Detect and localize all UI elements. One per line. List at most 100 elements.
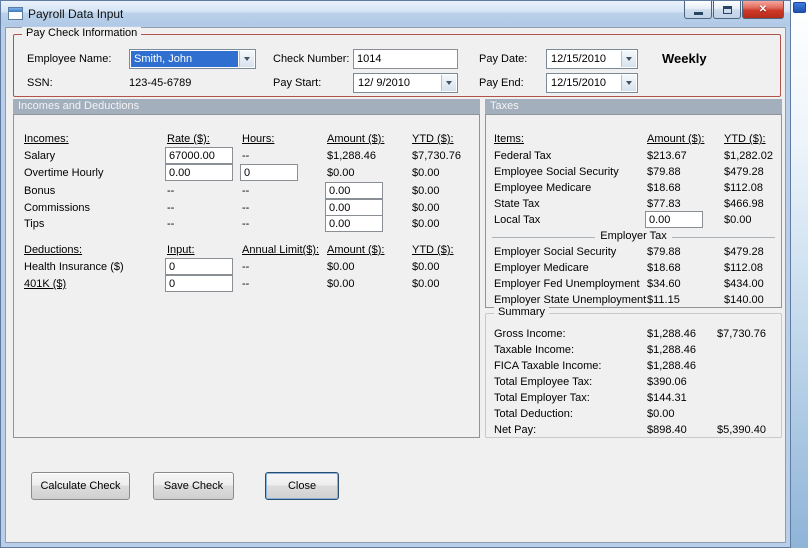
deduction-limit: -- bbox=[242, 261, 250, 273]
overtime-hours-input[interactable] bbox=[240, 164, 298, 181]
health-insurance-input[interactable] bbox=[165, 258, 233, 275]
maximize-button[interactable] bbox=[713, 1, 741, 19]
employer-tax-label: Employer Tax bbox=[595, 230, 672, 242]
minimize-button[interactable] bbox=[684, 1, 712, 19]
employee-name-combo[interactable]: Smith, John bbox=[129, 49, 256, 69]
incomes-deductions-panel: Incomes: Rate ($): Hours: Amount ($): YT… bbox=[13, 114, 480, 438]
taxes-panel: Items: Amount ($): YTD ($): Federal Tax … bbox=[485, 114, 782, 308]
pay-date-label: Pay Date: bbox=[479, 53, 528, 65]
income-label: Commissions bbox=[24, 202, 91, 214]
amount-col-header: Amount ($): bbox=[327, 244, 385, 256]
items-col-header: Items: bbox=[494, 133, 524, 145]
amount-col-header: Amount ($): bbox=[327, 133, 385, 145]
commissions-amount-input[interactable] bbox=[325, 199, 383, 216]
summary-label: Total Employer Tax: bbox=[494, 392, 590, 404]
pay-date-value: 12/15/2010 bbox=[551, 53, 607, 65]
income-label: Tips bbox=[24, 218, 45, 230]
tax-label: Employer Medicare bbox=[494, 262, 589, 274]
retirement-401k-input[interactable] bbox=[165, 275, 233, 292]
tips-amount-input[interactable] bbox=[325, 215, 383, 232]
deduction-ytd: $0.00 bbox=[412, 261, 440, 273]
employer-tax-separator: Employer Tax bbox=[492, 230, 775, 244]
summary-row-taxable: Taxable Income: $1,288.46 bbox=[486, 344, 781, 360]
check-number-input[interactable] bbox=[353, 49, 458, 69]
summary-label: Total Deduction: bbox=[494, 408, 573, 420]
local-tax-input[interactable] bbox=[645, 211, 703, 228]
payroll-window: Payroll Data Input ✕ Pay Check Informati… bbox=[0, 0, 791, 548]
tax-row-state: State Tax $77.83 $466.98 bbox=[486, 198, 781, 214]
ssn-value: 123-45-6789 bbox=[129, 77, 192, 89]
save-check-button[interactable]: Save Check bbox=[153, 472, 234, 500]
tax-amount: $77.83 bbox=[647, 198, 681, 210]
tax-row-local: Local Tax $0.00 bbox=[486, 211, 781, 230]
chevron-down-icon bbox=[626, 81, 632, 85]
pay-start-dropdown-icon[interactable] bbox=[441, 75, 456, 91]
summary-amount: $898.40 bbox=[647, 424, 687, 436]
salary-rate-input[interactable] bbox=[165, 147, 233, 164]
pay-start-picker[interactable]: 12/ 9/2010 bbox=[353, 73, 458, 93]
tax-ytd: $479.28 bbox=[724, 166, 764, 178]
summary-label: Total Employee Tax: bbox=[494, 376, 593, 388]
window-controls: ✕ bbox=[684, 1, 784, 19]
paycheck-info-group-label: Pay Check Information bbox=[22, 27, 142, 39]
close-window-button[interactable]: ✕ bbox=[742, 1, 784, 19]
income-rate: -- bbox=[167, 202, 175, 214]
income-label: Overtime Hourly bbox=[24, 167, 104, 179]
summary-row-total-employer-tax: Total Employer Tax: $144.31 bbox=[486, 392, 781, 408]
tax-label: Employer State Unemployment bbox=[494, 294, 647, 306]
income-ytd: $0.00 bbox=[412, 218, 440, 230]
pay-end-picker[interactable]: 12/15/2010 bbox=[546, 73, 638, 93]
tax-row-employer-ss: Employer Social Security $79.88 $479.28 bbox=[486, 246, 781, 262]
tax-row-employer-medicare: Employer Medicare $18.68 $112.08 bbox=[486, 262, 781, 278]
ytd-col-header: YTD ($): bbox=[412, 133, 454, 145]
ssn-label: SSN: bbox=[27, 77, 53, 89]
income-ytd: $0.00 bbox=[412, 185, 440, 197]
deductions-header-row: Deductions: Input: Annual Limit($): Amou… bbox=[14, 244, 479, 260]
tax-label: Employee Medicare bbox=[494, 182, 592, 194]
tax-label: State Tax bbox=[494, 198, 540, 210]
tax-label: Federal Tax bbox=[494, 150, 552, 162]
chevron-down-icon bbox=[244, 57, 250, 61]
deduction-401k-link[interactable]: 401K ($) bbox=[24, 278, 66, 290]
close-button[interactable]: Close bbox=[265, 472, 339, 500]
income-label: Salary bbox=[24, 150, 56, 162]
tax-amount: $18.68 bbox=[647, 182, 681, 194]
tax-amount: $213.67 bbox=[647, 150, 687, 162]
deduction-label: Health Insurance ($) bbox=[24, 261, 124, 273]
tax-ytd: $479.28 bbox=[724, 246, 764, 258]
tax-label: Local Tax bbox=[494, 214, 541, 226]
ytd-col-header: YTD ($): bbox=[412, 244, 454, 256]
summary-amount: $390.06 bbox=[647, 376, 687, 388]
tax-amount: $79.88 bbox=[647, 166, 681, 178]
employee-name-dropdown-icon[interactable] bbox=[239, 51, 254, 67]
deduction-row-401k: 401K ($) -- $0.00 $0.00 bbox=[14, 275, 479, 294]
tax-row-employer-fed-unemp: Employer Fed Unemployment $34.60 $434.00 bbox=[486, 278, 781, 294]
pay-date-picker[interactable]: 12/15/2010 bbox=[546, 49, 638, 69]
deduction-amount: $0.00 bbox=[327, 261, 355, 273]
income-row-bonus: Bonus -- -- $0.00 bbox=[14, 182, 479, 201]
tax-row-emp-ss: Employee Social Security $79.88 $479.28 bbox=[486, 166, 781, 182]
taxes-header-row: Items: Amount ($): YTD ($): bbox=[486, 133, 781, 149]
tax-amount: $11.15 bbox=[647, 294, 680, 306]
calculate-check-button[interactable]: Calculate Check bbox=[31, 472, 130, 500]
taxes-section-header: Taxes bbox=[485, 99, 782, 114]
deduction-limit: -- bbox=[242, 278, 250, 290]
income-row-commissions: Commissions -- -- $0.00 bbox=[14, 199, 479, 218]
pay-frequency-label: Weekly bbox=[662, 51, 707, 66]
summary-amount: $0.00 bbox=[647, 408, 675, 420]
summary-row-total-employee-tax: Total Employee Tax: $390.06 bbox=[486, 376, 781, 392]
pay-end-dropdown-icon[interactable] bbox=[621, 75, 636, 91]
tax-ytd: $140.00 bbox=[724, 294, 764, 306]
tax-amount: $79.88 bbox=[647, 246, 681, 258]
bonus-amount-input[interactable] bbox=[325, 182, 383, 199]
income-amount: $0.00 bbox=[327, 167, 355, 179]
screen: Payroll Data Input ✕ Pay Check Informati… bbox=[0, 0, 808, 548]
tax-label: Employee Social Security bbox=[494, 166, 619, 178]
incomes-deductions-section-header: Incomes and Deductions bbox=[13, 99, 480, 114]
pay-date-dropdown-icon[interactable] bbox=[621, 51, 636, 67]
overtime-rate-input[interactable] bbox=[165, 164, 233, 181]
deduction-ytd: $0.00 bbox=[412, 278, 440, 290]
ytd-col-header: YTD ($): bbox=[724, 133, 766, 145]
title-bar[interactable]: Payroll Data Input ✕ bbox=[1, 1, 790, 26]
summary-group: Summary Gross Income: $1,288.46 $7,730.7… bbox=[485, 306, 782, 438]
